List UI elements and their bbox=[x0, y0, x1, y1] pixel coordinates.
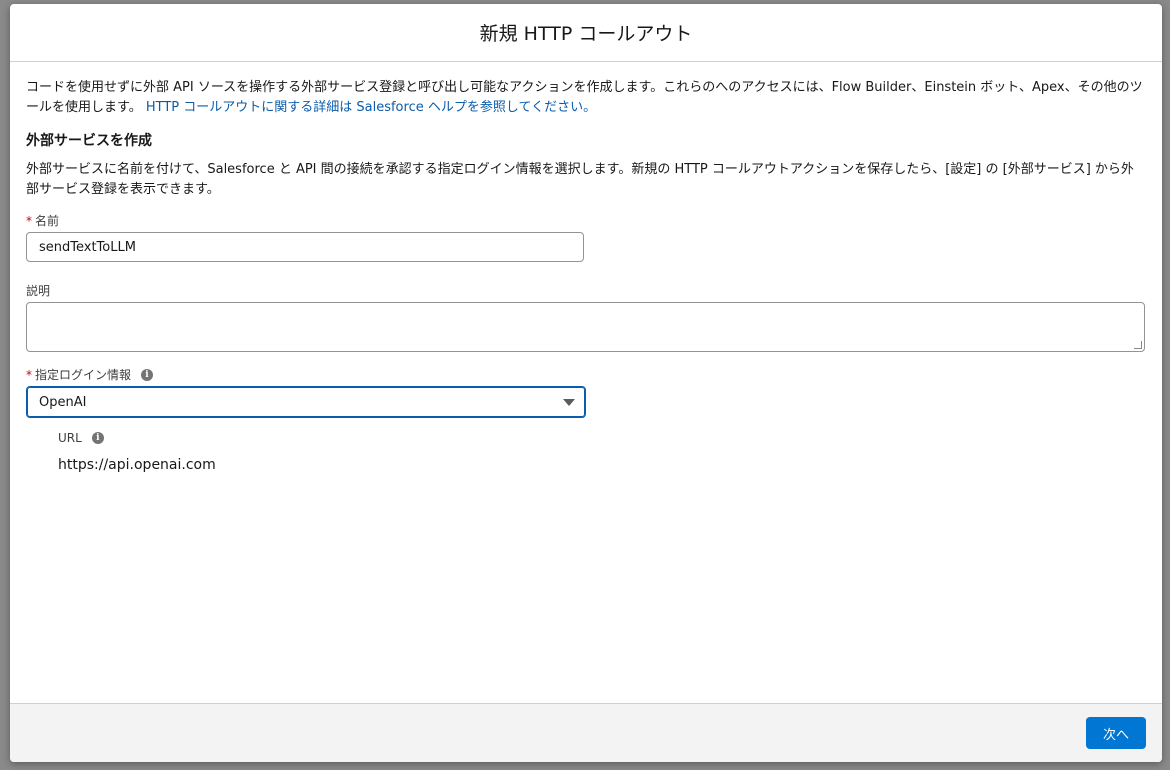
required-marker: * bbox=[26, 367, 32, 382]
credential-select[interactable]: OpenAI bbox=[26, 386, 586, 418]
url-label: URL i bbox=[58, 431, 1146, 445]
new-http-callout-modal: 新規 HTTP コールアウト コードを使用せずに外部 API ソースを操作する外… bbox=[10, 4, 1162, 762]
info-icon[interactable]: i bbox=[141, 368, 154, 381]
next-button[interactable]: 次へ bbox=[1086, 717, 1146, 749]
modal-title: 新規 HTTP コールアウト bbox=[479, 23, 693, 45]
credential-label-text: 指定ログイン情報 bbox=[35, 368, 132, 382]
section-title: 外部サービスを作成 bbox=[26, 133, 152, 149]
modal-footer: 次へ bbox=[10, 703, 1162, 762]
modal-body: コードを使用せずに外部 API ソースを操作する外部サービス登録と呼び出し可能な… bbox=[10, 62, 1162, 473]
description-textarea[interactable] bbox=[26, 302, 1145, 352]
section-description: 外部サービスに名前を付けて、Salesforce と API 間の接続を承認する… bbox=[26, 162, 1134, 197]
description-label: 説明 bbox=[26, 282, 1146, 299]
credential-label: * 指定ログイン情報 i bbox=[26, 366, 1146, 383]
chevron-down-icon bbox=[563, 398, 575, 406]
name-label: * 名前 bbox=[26, 212, 1146, 229]
modal-header: 新規 HTTP コールアウト bbox=[10, 4, 1162, 62]
credential-field-group: * 指定ログイン情報 i OpenAI URL i https://api.op… bbox=[26, 366, 1146, 473]
description-label-text: 説明 bbox=[26, 284, 51, 298]
resize-handle[interactable] bbox=[1134, 341, 1142, 349]
url-block: URL i https://api.openai.com bbox=[26, 431, 1146, 473]
url-value: https://api.openai.com bbox=[58, 457, 216, 473]
name-input[interactable]: sendTextToLLM bbox=[26, 232, 584, 262]
help-link[interactable]: HTTP コールアウトに関する詳細は Salesforce ヘルプを参照してくだ… bbox=[146, 100, 596, 115]
intro-paragraph: コードを使用せずに外部 API ソースを操作する外部サービス登録と呼び出し可能な… bbox=[26, 78, 1146, 118]
name-input-value: sendTextToLLM bbox=[39, 239, 136, 255]
name-label-text: 名前 bbox=[35, 214, 60, 228]
credential-select-value: OpenAI bbox=[39, 394, 87, 410]
required-marker: * bbox=[26, 213, 32, 228]
info-icon[interactable]: i bbox=[91, 432, 104, 444]
description-field-group: 説明 bbox=[26, 282, 1146, 352]
name-field-group: * 名前 sendTextToLLM bbox=[26, 212, 1146, 262]
url-label-text: URL bbox=[58, 431, 82, 445]
